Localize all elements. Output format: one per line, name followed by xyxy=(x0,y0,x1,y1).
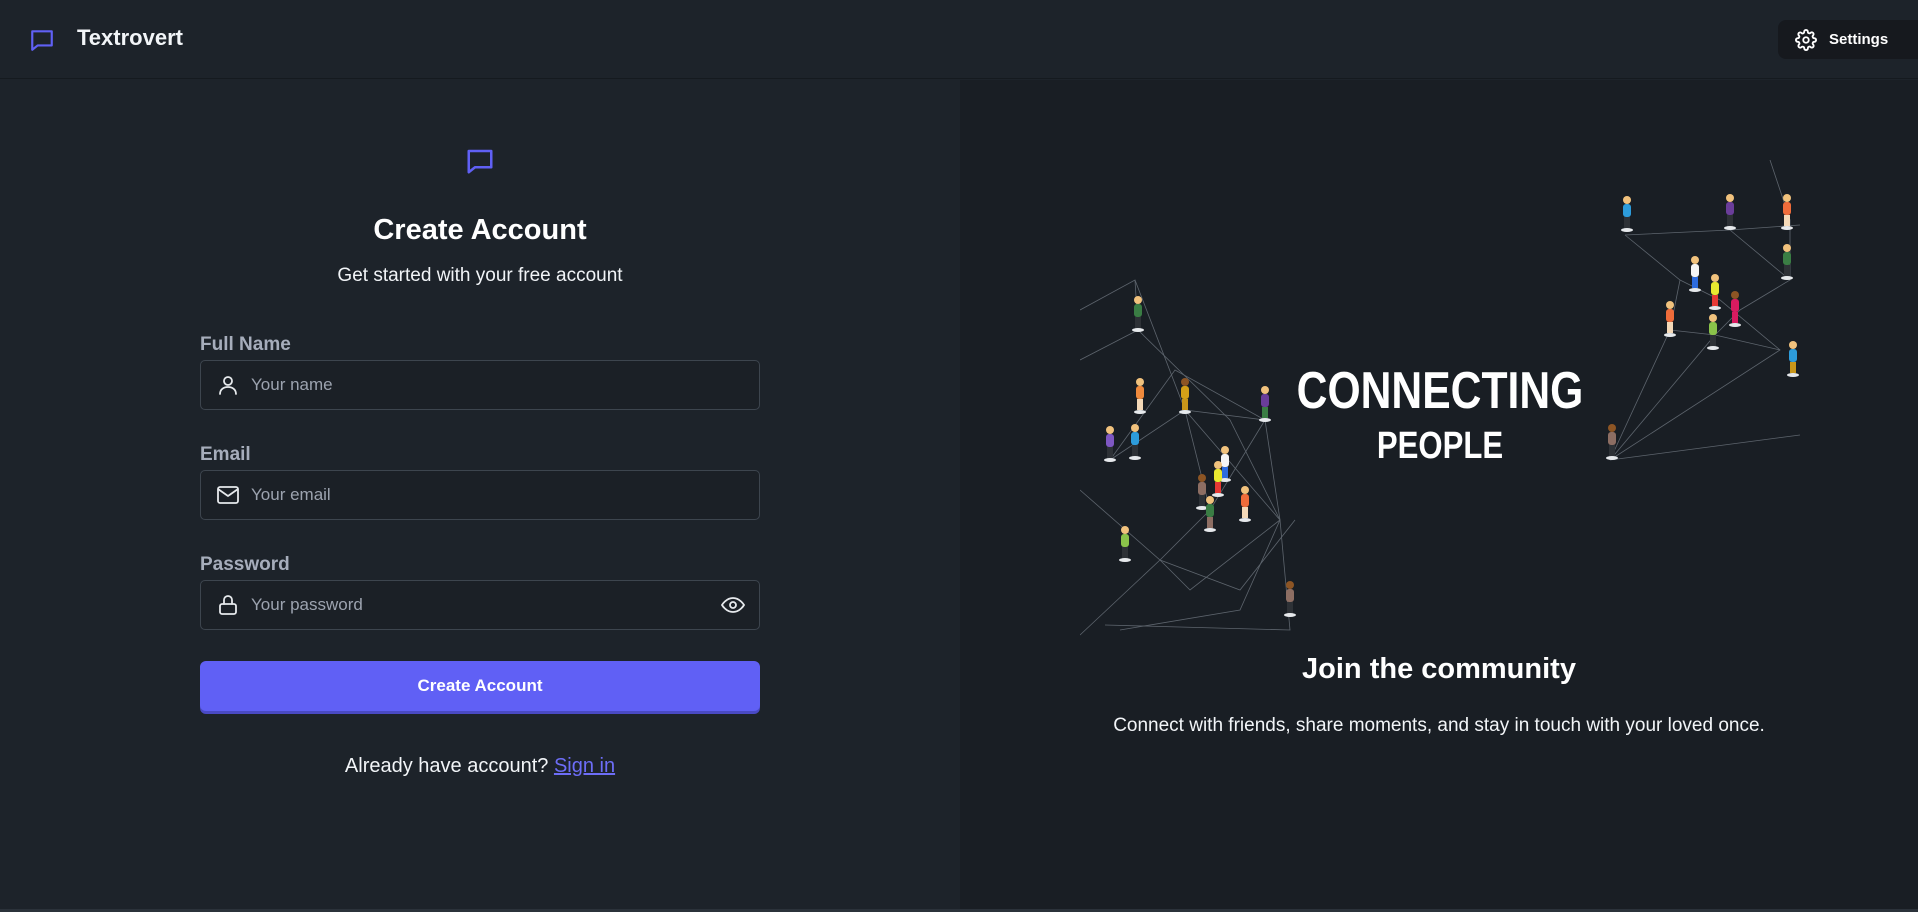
user-icon xyxy=(219,376,237,395)
password-field[interactable] xyxy=(200,580,760,630)
lock-icon xyxy=(219,595,237,615)
people-heading: PEOPLE xyxy=(1377,425,1503,467)
eye-icon[interactable] xyxy=(720,593,746,617)
settings-button[interactable]: Settings xyxy=(1778,20,1918,59)
connecting-people-illustration: CONNECTING PEOPLE xyxy=(1080,160,1800,636)
community-subtitle: Connect with friends, share moments, and… xyxy=(1113,715,1765,736)
full-name-label: Full Name xyxy=(200,334,291,355)
email-label: Email xyxy=(200,444,251,465)
signin-prompt: Already have account? Sign in xyxy=(0,755,960,778)
email-field[interactable] xyxy=(200,470,760,520)
mail-icon xyxy=(217,486,239,504)
create-account-button[interactable]: Create Account xyxy=(200,661,760,711)
password-input[interactable] xyxy=(251,581,711,628)
message-square-icon xyxy=(467,149,493,174)
community-title: Join the community xyxy=(1302,653,1576,685)
gear-icon xyxy=(1795,28,1817,51)
form-subtitle: Get started with your free account xyxy=(337,265,623,286)
connecting-heading: CONNECTING xyxy=(1297,362,1584,420)
email-input[interactable] xyxy=(251,471,711,518)
password-label: Password xyxy=(200,554,290,575)
brand-name[interactable]: Textrovert xyxy=(77,25,183,51)
signin-prompt-text: Already have account? xyxy=(344,755,549,777)
settings-label: Settings xyxy=(1829,31,1889,48)
message-square-icon[interactable] xyxy=(29,27,55,53)
full-name-field[interactable] xyxy=(200,360,760,410)
signin-link[interactable]: Sign in xyxy=(554,755,615,777)
full-name-input[interactable] xyxy=(251,361,711,408)
top-navbar: Textrovert Settings xyxy=(0,0,1918,79)
form-title: Create Account xyxy=(373,214,587,246)
